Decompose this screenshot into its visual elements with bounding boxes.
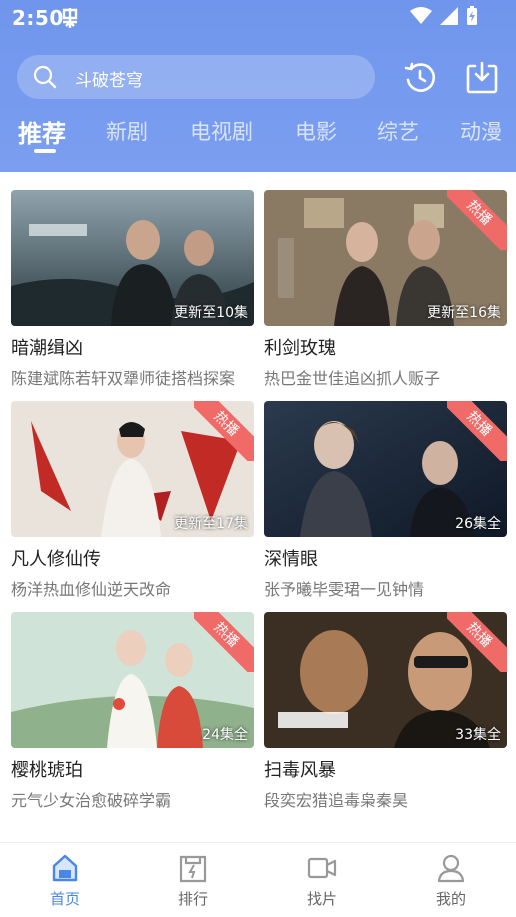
- show-subtitle: 杨洋热血修仙逆天改命: [11, 580, 172, 599]
- show-grid: 更新至10集 暗潮缉凶 陈建斌陈若轩双犟师徒搭档探案 热播 更新至16集 利剑玫…: [0, 172, 516, 842]
- episode-count: 33集全: [455, 727, 501, 743]
- nav-label: 找片: [306, 890, 337, 908]
- show-subtitle: 段奕宏猎追毒枭秦昊: [264, 791, 409, 810]
- header: 2:50 斗破苍穹 推荐 新剧 电视剧 电影 综艺 动漫: [0, 0, 516, 172]
- hot-badge: 热播: [447, 190, 507, 250]
- user-icon: [437, 854, 465, 883]
- show-card[interactable]: 更新至10集 暗潮缉凶 陈建斌陈若轩双犟师徒搭档探案: [11, 190, 254, 389]
- show-card[interactable]: 热播 更新至17集 凡人修仙传 杨洋热血修仙逆天改命: [11, 401, 254, 600]
- search-icon: [33, 65, 57, 93]
- tab-active-indicator: [34, 149, 56, 153]
- show-title: 利剑玫瑰: [264, 338, 336, 359]
- show-card[interactable]: 热播 26集全 深情眼 张予曦毕雯珺一见钟情: [264, 401, 507, 600]
- show-title: 樱桃琥珀: [11, 760, 83, 781]
- tab-anime[interactable]: 动漫: [460, 116, 502, 146]
- show-poster[interactable]: 热播 更新至17集: [11, 401, 254, 537]
- nav-ranking[interactable]: 排行: [153, 853, 233, 909]
- nav-label: 首页: [49, 890, 80, 908]
- show-card[interactable]: 热播 更新至16集 利剑玫瑰 热巴金世佳追凶抓人贩子: [264, 190, 507, 389]
- episode-count: 更新至10集: [174, 305, 248, 321]
- show-poster[interactable]: 热播 24集全: [11, 612, 254, 748]
- show-poster[interactable]: 热播 更新至16集: [264, 190, 507, 326]
- wifi-icon: [410, 7, 432, 24]
- hot-badge: 热播: [447, 401, 507, 461]
- show-card[interactable]: 热播 24集全 樱桃琥珀 元气少女治愈破碎学霸: [11, 612, 254, 811]
- ranking-icon: [179, 855, 207, 883]
- episode-count: 更新至16集: [427, 305, 501, 321]
- tab-tv-series[interactable]: 电视剧: [190, 116, 253, 146]
- signal-icon: [440, 7, 458, 25]
- show-card[interactable]: 热播 33集全 扫毒风暴 段奕宏猎追毒枭秦昊: [264, 612, 507, 811]
- app-notification-icon: [60, 7, 80, 33]
- status-time: 2:50: [12, 6, 64, 30]
- home-icon: [52, 854, 78, 882]
- show-title: 凡人修仙传: [11, 549, 101, 570]
- status-indicators: [410, 6, 478, 26]
- search-bar[interactable]: 斗破苍穹: [17, 55, 375, 99]
- hot-badge: 热播: [194, 401, 254, 461]
- search-input[interactable]: 斗破苍穹: [75, 66, 143, 91]
- download-icon: [466, 61, 498, 94]
- show-title: 暗潮缉凶: [11, 338, 83, 359]
- show-poster[interactable]: 热播 33集全: [264, 612, 507, 748]
- category-tabs: 推荐 新剧 电视剧 电影 综艺 动漫: [0, 116, 516, 166]
- episode-count: 26集全: [455, 516, 501, 532]
- nav-home[interactable]: 首页: [25, 853, 105, 909]
- show-title: 深情眼: [264, 549, 318, 570]
- status-bar: 2:50: [0, 0, 516, 36]
- show-title: 扫毒风暴: [264, 760, 336, 781]
- show-poster[interactable]: 热播 26集全: [264, 401, 507, 537]
- show-subtitle: 热巴金世佳追凶抓人贩子: [264, 369, 441, 388]
- show-subtitle: 张予曦毕雯珺一见钟情: [264, 580, 425, 599]
- show-subtitle: 陈建斌陈若轩双犟师徒搭档探案: [11, 369, 236, 388]
- show-subtitle: 元气少女治愈破碎学霸: [11, 791, 172, 810]
- episode-count: 24集全: [202, 727, 248, 743]
- episode-count: 更新至17集: [174, 516, 248, 532]
- hot-badge: 热播: [194, 612, 254, 672]
- nav-profile[interactable]: 我的: [411, 853, 491, 909]
- bottom-navigation: 首页 排行 找片 我的: [0, 842, 516, 917]
- download-button[interactable]: [465, 60, 499, 94]
- history-icon: [404, 62, 436, 92]
- tab-variety[interactable]: 综艺: [377, 116, 419, 146]
- history-button[interactable]: [403, 60, 437, 94]
- video-camera-icon: [307, 857, 337, 879]
- tab-recommend[interactable]: 推荐: [18, 114, 66, 149]
- nav-find[interactable]: 找片: [282, 853, 362, 909]
- battery-icon: [467, 6, 477, 25]
- tab-new-drama[interactable]: 新剧: [106, 116, 148, 146]
- nav-label: 我的: [435, 890, 466, 908]
- hot-badge: 热播: [447, 612, 507, 672]
- show-poster[interactable]: 更新至10集: [11, 190, 254, 326]
- nav-label: 排行: [177, 890, 208, 908]
- tab-movie[interactable]: 电影: [295, 116, 337, 146]
